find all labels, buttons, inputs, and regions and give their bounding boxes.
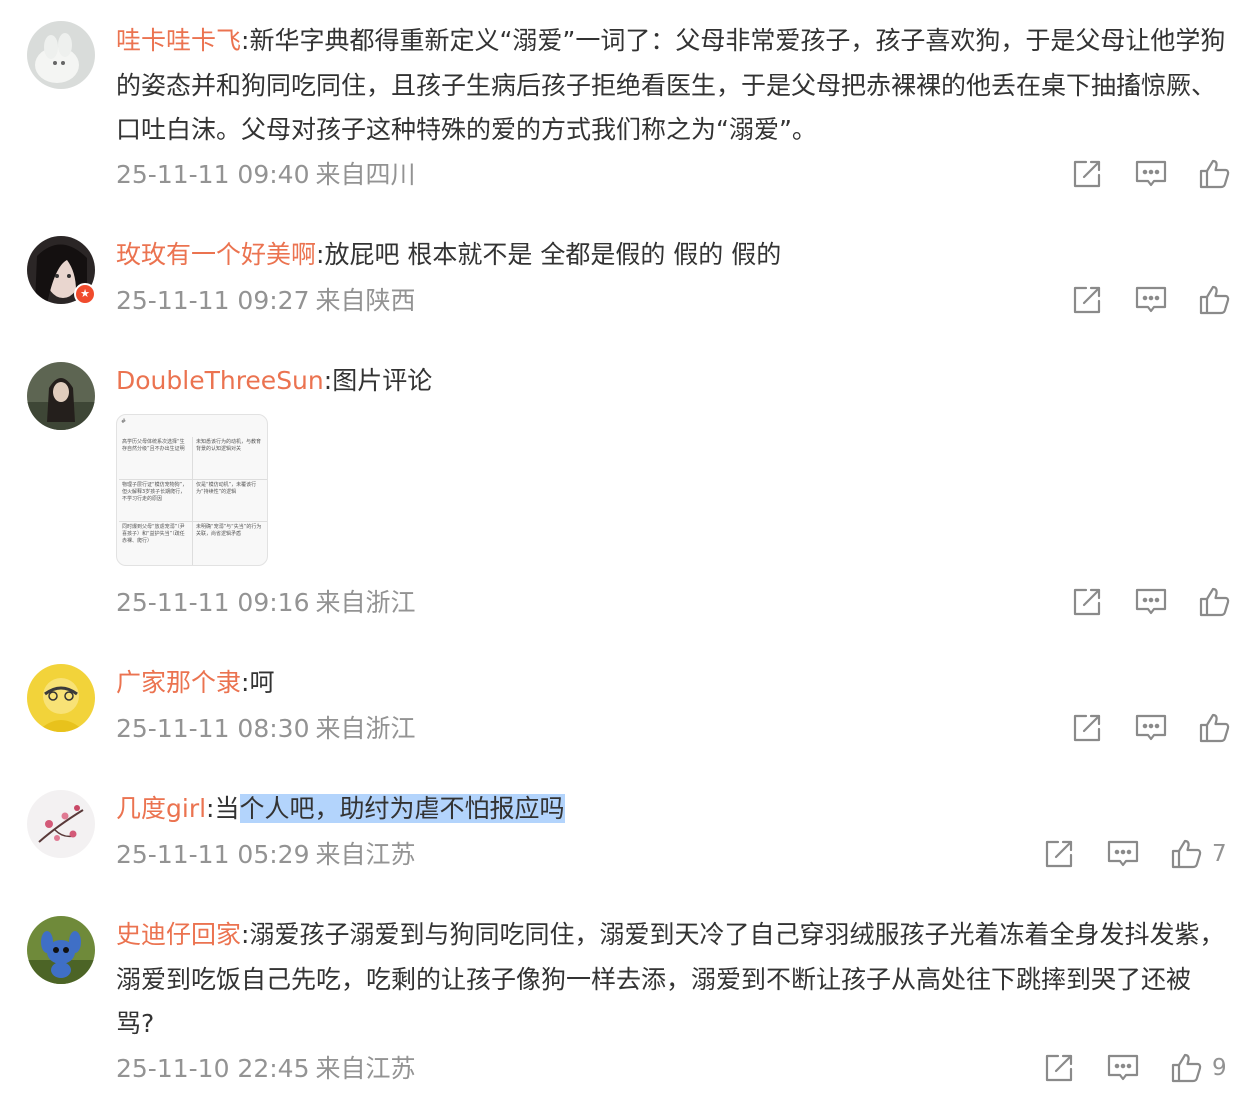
comment-username[interactable]: 哇卡哇卡飞	[116, 26, 241, 55]
comment-time: 25-11-11 09:16	[116, 588, 310, 617]
vip-badge-icon: ★	[74, 283, 96, 305]
comment-username[interactable]: 几度girl	[116, 794, 206, 823]
comment-time: 25-11-11 09:40	[116, 160, 310, 189]
share-icon[interactable]	[1070, 283, 1104, 317]
thumbnail-cell: 高学历父母体统系次选择“生存自然分级”且不办出生证明	[119, 437, 193, 480]
comment-location: 来自江苏	[315, 1054, 416, 1083]
comment-actions: 7	[1042, 837, 1232, 871]
thumbnail-cell: 物理子层行证“模仿宠物狗”，但火解释3岁孩子长期爬行，不学习行走的原因	[119, 479, 193, 523]
comment-text: 史迪仔回家:溺爱孩子溺爱到与狗同吃同住，溺爱到天冷了自己穿羽绒服孩子光着冻着全身…	[116, 913, 1226, 1047]
comment-meta: 25-11-11 09:27 来自陕西	[116, 286, 416, 316]
comment-username[interactable]: 广家那个隶	[116, 668, 241, 697]
comment-icon[interactable]	[1134, 585, 1168, 619]
comment-meta: 25-11-11 09:40 来自四川	[116, 160, 416, 190]
avatar[interactable]	[27, 362, 95, 430]
comment-meta: 25-11-10 22:45 来自江苏	[116, 1054, 416, 1084]
like-icon[interactable]	[1198, 283, 1232, 317]
comment-meta: 25-11-11 09:16 来自浙江	[116, 588, 416, 618]
share-icon[interactable]	[1070, 157, 1104, 191]
share-icon[interactable]	[1042, 1051, 1076, 1085]
comment-icon[interactable]	[1134, 711, 1168, 745]
thumbnail-table: 高学历父母体统系次选择“生存自然分级”且不办出生证明 未知悉该行为的动机，与教育…	[119, 437, 267, 565]
thumbnail-cell: 未明确“宠溺”与“失当”的行为关联，尚省逻辑矛盾	[196, 524, 262, 538]
comment-location: 来自江苏	[315, 840, 416, 869]
comment-time: 25-11-11 05:29	[116, 840, 310, 869]
like-count: 7	[1212, 841, 1227, 867]
comment-text: 几度girl:当个人吧，助纣为虐不怕报应吗	[116, 787, 1226, 832]
comment-icon[interactable]	[1106, 837, 1140, 871]
share-icon[interactable]	[1070, 711, 1104, 745]
like-icon[interactable]	[1170, 837, 1204, 871]
comment-meta: 25-11-11 08:30 来自浙江	[116, 714, 416, 744]
like-icon[interactable]	[1198, 157, 1232, 191]
comment-colon: :	[323, 366, 333, 395]
comment-actions	[1070, 283, 1230, 317]
comment-body: 呵	[249, 668, 275, 697]
comment-icon[interactable]	[1106, 1051, 1140, 1085]
selected-text-highlight: 个人吧，助纣为虐不怕报应吗	[239, 794, 565, 823]
avatar[interactable]	[27, 21, 95, 89]
avatar[interactable]	[27, 790, 95, 858]
comment-body: 放屁吧 根本就不是 全都是假的 假的 假的	[324, 240, 782, 269]
like-icon[interactable]	[1198, 585, 1232, 619]
comment-text: 广家那个隶:呵	[116, 661, 1226, 706]
thumbnail-cell: 同时爆到父母“放虐宠溺”（尹喜孩子）和“益护失当”（疏任赤裸、爬行）	[119, 522, 193, 565]
comment-location: 来自陕西	[315, 286, 416, 315]
comment-text: DoubleThreeSun:图片评论	[116, 359, 1226, 404]
comment-body: 图片评论	[332, 366, 433, 395]
comment-text: 哇卡哇卡飞:新华字典都得重新定义“溺爱”一词了：父母非常爱孩子，孩子喜欢狗，于是…	[116, 19, 1226, 153]
comment-location: 来自浙江	[315, 588, 416, 617]
comment-actions	[1070, 585, 1230, 619]
avatar[interactable]	[27, 916, 95, 984]
comment-icon[interactable]	[1134, 157, 1168, 191]
like-icon[interactable]	[1198, 711, 1232, 745]
comment-time: 25-11-11 08:30	[116, 714, 310, 743]
comment-image-thumbnail[interactable]: # 高学历父母体统系次选择“生存自然分级”且不办出生证明 未知悉该行为的动机，与…	[116, 414, 268, 566]
comment-actions	[1070, 157, 1230, 191]
share-icon[interactable]	[1070, 585, 1104, 619]
avatar[interactable]	[27, 664, 95, 732]
comment-text: 玫玫有一个好美啊:放屁吧 根本就不是 全都是假的 假的 假的	[116, 233, 1226, 278]
comment-body: 溺爱孩子溺爱到与狗同吃同住，溺爱到天冷了自己穿羽绒服孩子光着冻着全身发抖发紫，溺…	[116, 920, 1225, 1038]
comment-time: 25-11-10 22:45	[116, 1054, 310, 1083]
comment-meta: 25-11-11 05:29 来自江苏	[116, 840, 416, 870]
comment-time: 25-11-11 09:27	[116, 286, 310, 315]
comment-icon[interactable]	[1134, 283, 1168, 317]
comment-body: 新华字典都得重新定义“溺爱”一词了：父母非常爱孩子，孩子喜欢狗，于是父母让他学狗…	[116, 26, 1226, 144]
share-icon[interactable]	[1042, 837, 1076, 871]
comment-location: 来自四川	[315, 160, 416, 189]
thumbnail-cell: 仅是“模仿动机”，未覆该行为“持续性”的逻辑	[193, 480, 267, 523]
like-count: 9	[1212, 1055, 1227, 1081]
comment-username[interactable]: 玫玫有一个好美啊	[116, 240, 316, 269]
comment-actions: 9	[1042, 1051, 1232, 1085]
comment-body: 当	[214, 794, 240, 823]
like-icon[interactable]	[1170, 1051, 1204, 1085]
comment-username[interactable]: 史迪仔回家	[116, 920, 241, 949]
thumbnail-header: #	[121, 418, 127, 425]
comment-username[interactable]: DoubleThreeSun	[116, 366, 324, 395]
comment-actions	[1070, 711, 1230, 745]
thumbnail-cell: 未知悉该行为的动机，与教育背景的认知逻辑对关	[193, 437, 267, 480]
comment-location: 来自浙江	[315, 714, 416, 743]
